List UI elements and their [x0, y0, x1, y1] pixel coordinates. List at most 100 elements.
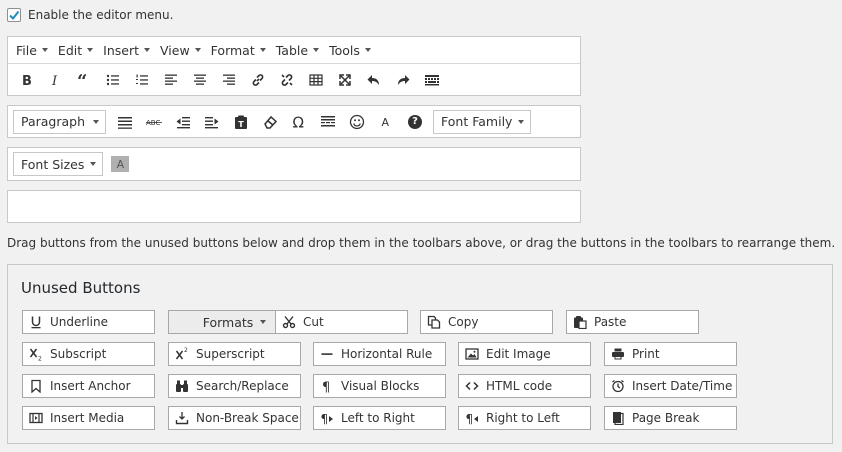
- enable-editor-menu-checkbox[interactable]: [7, 8, 21, 22]
- align-left-button[interactable]: [158, 67, 184, 93]
- unused-paste-button[interactable]: Paste: [566, 310, 699, 334]
- menu-edit-label: Edit: [57, 42, 83, 58]
- bullet-list-button[interactable]: [100, 67, 126, 93]
- svg-text:¶: ¶: [322, 381, 330, 394]
- menu-view[interactable]: View: [155, 37, 206, 63]
- unused-underline-label: Underline: [50, 315, 108, 329]
- pilcrow-icon: ¶: [319, 378, 335, 394]
- menu-format[interactable]: Format: [206, 37, 271, 63]
- menu-edit[interactable]: Edit: [53, 37, 98, 63]
- background-color-button[interactable]: A: [111, 156, 130, 172]
- strikethrough-icon: ABC: [146, 119, 163, 127]
- svg-text:Ω: Ω: [293, 114, 304, 130]
- menu-insert[interactable]: Insert: [98, 37, 155, 63]
- unused-print-label: Print: [632, 347, 660, 361]
- font-sizes-select-label: Font Sizes: [21, 156, 85, 172]
- menu-file[interactable]: File: [11, 37, 53, 63]
- outdent-button[interactable]: [170, 109, 196, 135]
- unused-edit-image-button[interactable]: Edit Image: [458, 342, 591, 366]
- unused-underline-button[interactable]: Underline: [22, 310, 155, 334]
- redo-icon: [398, 74, 410, 85]
- fullscreen-icon: [339, 73, 351, 86]
- clear-formatting-button[interactable]: [257, 109, 283, 135]
- font-family-select[interactable]: Font Family: [433, 109, 532, 134]
- page-break-icon: [610, 410, 626, 426]
- svg-text:T: T: [238, 120, 244, 129]
- unused-page-break-button[interactable]: Page Break: [604, 406, 737, 430]
- svg-text:¶: ¶: [466, 412, 474, 425]
- unused-html-code-button[interactable]: HTML code: [458, 374, 591, 398]
- align-justify-button[interactable]: [112, 109, 138, 135]
- svg-text:¶: ¶: [321, 412, 329, 425]
- unused-right-to-left-button[interactable]: ¶ Right to Left: [458, 406, 591, 430]
- paragraph-select-label: Paragraph: [21, 114, 86, 129]
- enable-editor-menu-row[interactable]: Enable the editor menu.: [7, 6, 173, 24]
- unused-formats-label: Formats: [202, 314, 254, 330]
- unused-cut-button[interactable]: Cut: [275, 310, 408, 334]
- omega-icon: Ω: [293, 114, 304, 130]
- text-color-button[interactable]: A: [373, 109, 399, 135]
- drag-instructions: Drag buttons from the unused buttons bel…: [7, 236, 836, 250]
- unused-superscript-button[interactable]: 2 Superscript: [168, 342, 301, 366]
- undo-icon: [367, 74, 379, 85]
- bookmark-icon: [28, 378, 44, 394]
- menu-tools[interactable]: Tools: [324, 37, 376, 63]
- menu-table[interactable]: Table: [271, 37, 324, 63]
- blockquote-button[interactable]: “: [71, 67, 97, 93]
- text-color-icon: A: [382, 116, 390, 129]
- menu-insert-label: Insert: [103, 42, 139, 58]
- unused-copy-label: Copy: [448, 315, 479, 329]
- unused-horizontal-rule-button[interactable]: Horizontal Rule: [313, 342, 446, 366]
- rtl-icon: ¶: [464, 410, 480, 426]
- indent-icon: [205, 116, 219, 128]
- read-more-button[interactable]: [315, 109, 341, 135]
- table-icon: [309, 73, 323, 86]
- unused-visual-blocks-button[interactable]: ¶ Visual Blocks: [313, 374, 446, 398]
- toolbar-4-empty[interactable]: [7, 190, 581, 223]
- unused-insert-datetime-button[interactable]: Insert Date/Time: [604, 374, 737, 398]
- smiley-icon: [349, 114, 365, 129]
- checkmark-icon: [9, 10, 20, 21]
- unused-non-break-space-button[interactable]: Non-Break Space: [168, 406, 301, 430]
- unused-subscript-button[interactable]: 2 Subscript: [22, 342, 155, 366]
- unused-non-break-space-label: Non-Break Space: [196, 411, 299, 425]
- italic-icon: I: [51, 74, 58, 88]
- menu-view-label: View: [160, 42, 190, 58]
- enable-editor-menu-label: Enable the editor menu.: [28, 8, 174, 22]
- unused-print-button[interactable]: Print: [604, 342, 737, 366]
- emoticons-button[interactable]: [344, 109, 370, 135]
- editor-menubar: File Edit Insert View Format Table Tools: [8, 37, 580, 64]
- help-button[interactable]: ?: [402, 109, 428, 135]
- chevron-down-icon: [41, 48, 48, 52]
- menu-format-label: Format: [210, 42, 255, 58]
- numbered-list-button[interactable]: [129, 67, 155, 93]
- bold-button[interactable]: B: [13, 67, 39, 93]
- svg-text:B: B: [22, 74, 32, 88]
- unused-copy-button[interactable]: Copy: [420, 310, 553, 334]
- special-character-button[interactable]: Ω: [286, 109, 312, 135]
- paste-as-text-button[interactable]: T: [228, 109, 254, 135]
- italic-button[interactable]: I: [42, 67, 68, 93]
- table-button[interactable]: [303, 67, 329, 93]
- svg-text:2: 2: [38, 356, 42, 362]
- indent-button[interactable]: [199, 109, 225, 135]
- align-right-button[interactable]: [216, 67, 242, 93]
- unused-left-to-right-button[interactable]: ¶ Left to Right: [313, 406, 446, 430]
- fullscreen-button[interactable]: [332, 67, 358, 93]
- unused-insert-anchor-label: Insert Anchor: [50, 379, 131, 393]
- unused-page-break-label: Page Break: [632, 411, 700, 425]
- chevron-down-icon: [87, 48, 94, 52]
- unused-edit-image-label: Edit Image: [486, 347, 551, 361]
- unused-insert-media-button[interactable]: Insert Media: [22, 406, 155, 430]
- remove-link-button[interactable]: [274, 67, 300, 93]
- redo-button[interactable]: [390, 67, 416, 93]
- align-center-button[interactable]: [187, 67, 213, 93]
- paragraph-select[interactable]: Paragraph: [13, 109, 107, 134]
- insert-link-button[interactable]: [245, 67, 271, 93]
- toolbar-toggle-button[interactable]: [419, 67, 445, 93]
- strikethrough-button[interactable]: ABC: [141, 109, 167, 135]
- font-sizes-select[interactable]: Font Sizes: [13, 152, 104, 176]
- unused-insert-anchor-button[interactable]: Insert Anchor: [22, 374, 155, 398]
- undo-button[interactable]: [361, 67, 387, 93]
- unused-search-replace-button[interactable]: Search/Replace: [168, 374, 301, 398]
